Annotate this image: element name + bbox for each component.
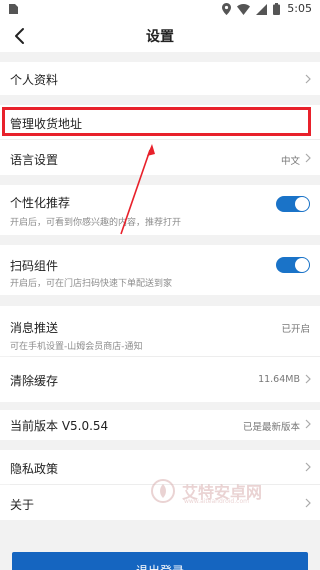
settings-item-push[interactable]: 消息推送 已开启 可在手机设置-山姆会员商店-通知 <box>0 306 320 356</box>
push-description: 可在手机设置-山姆会员商店-通知 <box>10 342 143 352</box>
settings-item-language[interactable]: 语言设置 中文 <box>0 140 320 175</box>
settings-item-scan: 扫码组件 开启后，可在门店扫码快速下单配送到家 <box>0 245 320 295</box>
chevron-right-icon <box>305 74 311 84</box>
scan-toggle[interactable] <box>276 257 310 273</box>
highlight-box <box>2 107 311 136</box>
battery-icon <box>273 3 280 15</box>
toggle-knob <box>295 258 309 272</box>
status-bar: 5:05 <box>0 0 320 18</box>
page-title: 设置 <box>146 29 174 45</box>
scan-label: 扫码组件 <box>10 259 59 273</box>
location-icon <box>222 3 231 15</box>
chevron-right-icon <box>305 374 311 384</box>
scan-description: 开启后，可在门店扫码快速下单配送到家 <box>10 279 173 289</box>
signal-icon <box>256 3 267 15</box>
profile-label: 个人资料 <box>10 73 59 87</box>
push-label: 消息推送 <box>10 321 59 335</box>
watermark: 艾特安卓网 www.aiteandroid.com <box>150 478 262 505</box>
chevron-right-icon <box>305 498 311 508</box>
cache-size: 11.64MB <box>258 374 300 385</box>
version-label: 当前版本 V5.0.54 <box>10 419 109 433</box>
chevron-right-icon <box>305 153 311 163</box>
version-status: 已是最新版本 <box>242 422 300 433</box>
watermark-logo-icon <box>151 479 175 503</box>
personalized-toggle[interactable] <box>276 196 310 212</box>
sim-card-icon <box>9 4 18 14</box>
settings-item-personalized: 个性化推荐 开启后，可看到你感兴趣的内容，推荐打开 <box>0 185 320 235</box>
chevron-right-icon <box>305 462 311 472</box>
about-label: 关于 <box>10 498 35 512</box>
logout-button[interactable]: 退出登录 <box>12 552 308 570</box>
watermark-subtext: www.aiteandroid.com <box>184 498 249 505</box>
language-label: 语言设置 <box>10 153 59 167</box>
language-value: 中文 <box>280 156 300 167</box>
header-bar: 设置 <box>0 18 320 52</box>
status-icons <box>222 3 280 15</box>
push-status: 已开启 <box>281 324 310 335</box>
wifi-icon <box>237 3 250 15</box>
chevron-right-icon <box>305 419 311 429</box>
cache-label: 清除缓存 <box>10 374 59 388</box>
settings-item-version[interactable]: 当前版本 V5.0.54 已是最新版本 <box>0 410 320 440</box>
settings-item-cache[interactable]: 清除缓存 11.64MB <box>0 357 320 402</box>
settings-item-profile[interactable]: 个人资料 <box>0 62 320 95</box>
toggle-knob <box>295 197 309 211</box>
privacy-label: 隐私政策 <box>10 462 59 476</box>
personalized-label: 个性化推荐 <box>10 196 71 210</box>
personalized-description: 开启后，可看到你感兴趣的内容，推荐打开 <box>10 218 182 228</box>
status-time: 5:05 <box>287 2 312 15</box>
